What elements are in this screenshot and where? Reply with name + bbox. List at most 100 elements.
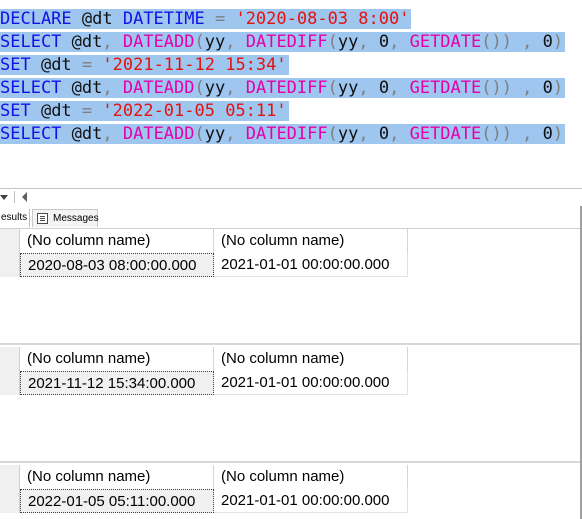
tab-results[interactable]: esults xyxy=(0,209,30,227)
zoom-dropdown-icon[interactable] xyxy=(0,195,8,200)
code-line-5[interactable]: SET @dt = '2022-01-05 05:11' xyxy=(0,100,289,122)
code-token: @dt xyxy=(30,101,82,121)
code-line-2-content: SELECT @dt, DATEADD(yy, DATEDIFF(yy, 0, … xyxy=(0,32,566,52)
result-grid-3[interactable]: (No column name) (No column name) 2022-0… xyxy=(0,465,582,519)
code-token: @dt xyxy=(71,9,123,29)
code-token: SET xyxy=(0,55,31,75)
code-token: 0 xyxy=(542,124,553,144)
code-line-1[interactable]: DECLARE @dt DATETIME = '2020-08-03 8:00' xyxy=(0,8,412,30)
table-cell[interactable]: 2021-11-12 15:34:00.000 xyxy=(20,371,214,395)
code-token: , xyxy=(225,32,246,52)
code-token: , xyxy=(225,78,246,98)
code-token: '2022-01-05 05:11' xyxy=(102,101,287,121)
code-token: @dt xyxy=(61,32,103,52)
column-header[interactable]: (No column name) xyxy=(214,465,408,489)
scroll-left-arrow-icon[interactable] xyxy=(22,192,27,202)
code-token: ) xyxy=(552,32,564,52)
code-token: ()) , xyxy=(481,78,543,98)
row-selector[interactable] xyxy=(0,489,20,513)
code-token: DATETIME xyxy=(122,9,205,29)
code-token: , xyxy=(102,78,123,98)
code-token: SELECT xyxy=(0,78,62,98)
code-token: yy xyxy=(337,32,359,52)
column-header[interactable]: (No column name) xyxy=(20,229,214,253)
code-token: yy xyxy=(204,32,226,52)
column-header[interactable]: (No column name) xyxy=(20,465,214,489)
code-line-4[interactable]: SELECT @dt, DATEADD(yy, DATEDIFF(yy, 0, … xyxy=(0,77,566,99)
code-token: 0 xyxy=(542,32,553,52)
code-token: DATEADD xyxy=(122,32,195,52)
code-token: = xyxy=(204,9,236,29)
code-line-6[interactable]: SELECT @dt, DATEADD(yy, DATEDIFF(yy, 0, … xyxy=(0,123,566,145)
code-token: , xyxy=(102,124,123,144)
table-cell[interactable]: 2021-01-01 00:00:00.000 xyxy=(214,253,408,277)
row-selector-header[interactable] xyxy=(0,465,20,489)
code-token: GETDATE xyxy=(409,124,482,144)
code-token: DATEADD xyxy=(122,78,195,98)
table-cell[interactable]: 2020-08-03 08:00:00.000 xyxy=(20,253,214,277)
row-selector-header[interactable] xyxy=(0,347,20,371)
table-cell[interactable]: 2021-01-01 00:00:00.000 xyxy=(214,489,408,513)
column-header[interactable]: (No column name) xyxy=(214,347,408,371)
tab-messages[interactable]: Messages xyxy=(32,209,99,227)
code-token: GETDATE xyxy=(409,32,482,52)
code-token: ( xyxy=(327,32,338,52)
table-cell[interactable]: 2021-01-01 00:00:00.000 xyxy=(214,371,408,395)
code-line-1-content: DECLARE @dt DATETIME = '2020-08-03 8:00' xyxy=(0,9,412,29)
code-token: yy xyxy=(204,124,226,144)
code-token: yy xyxy=(337,78,359,98)
code-token: , xyxy=(225,124,246,144)
code-token: @dt xyxy=(30,55,82,75)
code-token: 0 xyxy=(542,78,553,98)
code-token: DATEDIFF xyxy=(245,78,328,98)
code-token: ( xyxy=(194,124,205,144)
row-selector-header[interactable] xyxy=(0,229,20,253)
code-token: ( xyxy=(327,78,338,98)
code-token: = xyxy=(81,55,103,75)
table-cell[interactable]: 2022-01-05 05:11:00.000 xyxy=(20,489,214,513)
code-token: DATEADD xyxy=(122,124,195,144)
column-header[interactable]: (No column name) xyxy=(214,229,408,253)
row-selector[interactable] xyxy=(0,371,20,395)
code-token: '2021-11-12 15:34' xyxy=(102,55,287,75)
code-token: , xyxy=(358,78,379,98)
code-line-6-content: SELECT @dt, DATEADD(yy, DATEDIFF(yy, 0, … xyxy=(0,124,566,144)
code-token: ( xyxy=(194,32,205,52)
code-token: ( xyxy=(327,124,338,144)
code-line-5-content: SET @dt = '2022-01-05 05:11' xyxy=(0,101,289,121)
query-editor[interactable]: DECLARE @dt DATETIME = '2020-08-03 8:00'… xyxy=(0,0,582,188)
code-line-2[interactable]: SELECT @dt, DATEADD(yy, DATEDIFF(yy, 0, … xyxy=(0,31,566,53)
code-token: , xyxy=(358,124,379,144)
row-selector[interactable] xyxy=(0,253,20,277)
code-line-3[interactable]: SET @dt = '2021-11-12 15:34' xyxy=(0,54,289,76)
code-token: DATEDIFF xyxy=(245,32,328,52)
code-token: GETDATE xyxy=(409,78,482,98)
results-tab-bar: esults Messages xyxy=(0,207,582,229)
tab-messages-label: Messages xyxy=(53,213,99,224)
code-token: , xyxy=(389,78,410,98)
code-token: SELECT xyxy=(0,124,62,144)
code-token: ) xyxy=(552,124,564,144)
editor-horizontal-scrollbar[interactable] xyxy=(0,188,582,207)
code-token: , xyxy=(389,32,410,52)
code-token: ( xyxy=(194,78,205,98)
code-line-4-content: SELECT @dt, DATEADD(yy, DATEDIFF(yy, 0, … xyxy=(0,78,566,98)
code-token: 0 xyxy=(378,32,390,52)
code-token: '2020-08-03 8:00' xyxy=(235,9,410,29)
code-token: = xyxy=(81,101,103,121)
results-splitter[interactable] xyxy=(0,343,582,345)
code-token: ()) , xyxy=(481,32,543,52)
code-line-3-content: SET @dt = '2021-11-12 15:34' xyxy=(0,55,289,75)
result-grid-2[interactable]: (No column name) (No column name) 2021-1… xyxy=(0,347,582,459)
result-grid-1[interactable]: (No column name) (No column name) 2020-0… xyxy=(0,229,582,341)
code-token: DATEDIFF xyxy=(245,124,328,144)
code-token: @dt xyxy=(61,78,103,98)
code-token: , xyxy=(102,32,123,52)
code-token: @dt xyxy=(61,124,103,144)
results-splitter[interactable] xyxy=(0,461,582,463)
column-header[interactable]: (No column name) xyxy=(20,347,214,371)
code-token: , xyxy=(389,124,410,144)
code-token: DECLARE xyxy=(0,9,72,29)
code-token: ) xyxy=(552,78,564,98)
code-token: yy xyxy=(337,124,359,144)
